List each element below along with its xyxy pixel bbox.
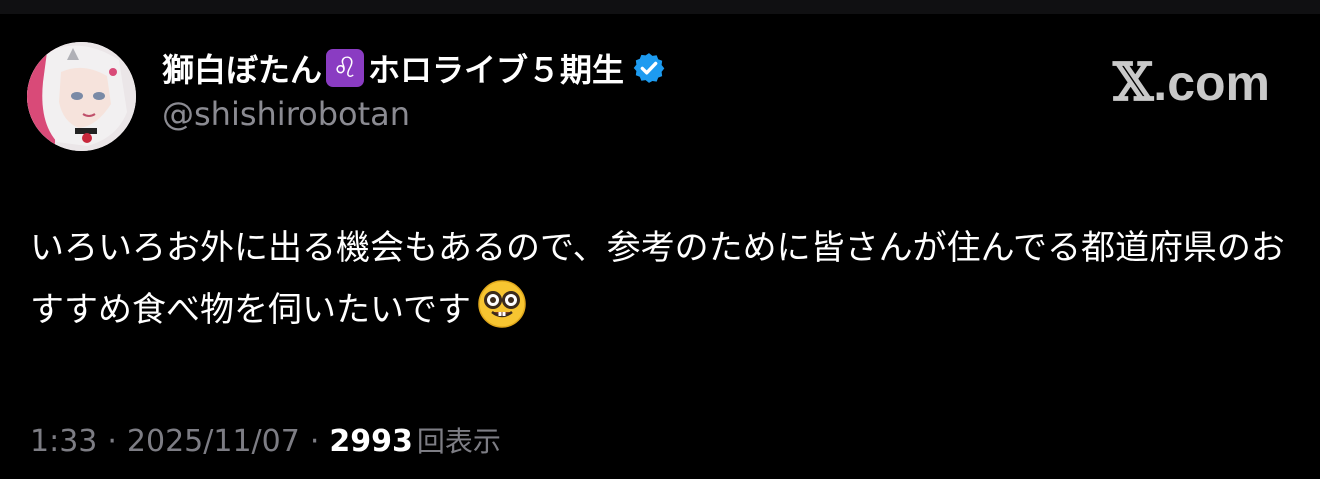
views-label: 回表示 [416,425,501,458]
avatar[interactable] [27,42,136,151]
x-logo-icon: 𝕏 [1112,52,1154,113]
top-strip [0,0,1320,14]
leo-icon: ♌ [326,49,365,87]
tweet-text-content: いろいろお外に出る機会もあるので、参考のために皆さんが住んでる都道府県のおすすめ… [30,228,1285,330]
meta-separator: · [309,424,320,459]
tweet-text: いろいろお外に出る機会もあるので、参考のために皆さんが住んでる都道府県のおすすめ… [30,218,1300,341]
author-display-name[interactable]: 獅白ぼたん [162,45,322,91]
views-count[interactable]: 2993 [329,424,413,459]
author-name-suffix[interactable]: ホロライブ５期生 [368,45,624,91]
author-handle[interactable]: @shishirobotan [162,95,410,133]
x-com-logo: 𝕏 .com [1113,52,1270,113]
verified-badge-icon [633,53,665,83]
brand-domain: .com [1153,54,1270,111]
tweet-time[interactable]: 1:33 [30,424,97,459]
tweet-date[interactable]: 2025/11/07 [127,424,300,459]
nerd-face-emoji [478,280,526,328]
author-name-row[interactable]: 獅白ぼたん ♌ ホロライブ５期生 [162,44,666,92]
avatar-illustration [27,42,136,151]
meta-separator: · [107,424,117,459]
tweet-meta: 1:33 · 2025/11/07 · 2993 回表示 [30,420,501,460]
